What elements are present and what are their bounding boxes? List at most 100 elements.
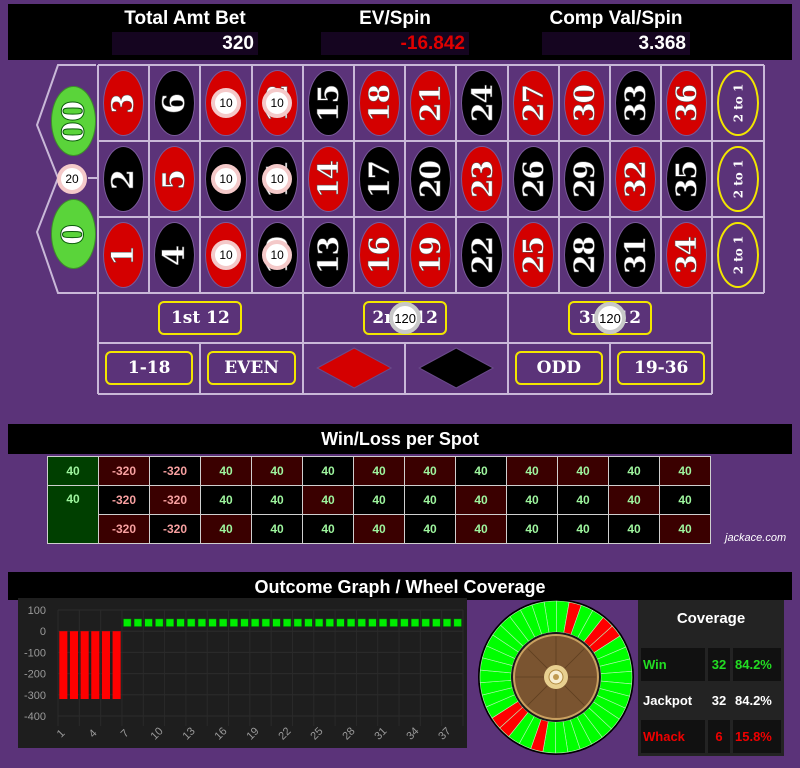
win-marker [197,618,206,627]
chip-number-8[interactable]: 10 [211,164,241,194]
number-23[interactable]: 23 [461,146,503,212]
win-loss-cell: 40 [353,514,405,544]
win-loss-zero-0: 40 [47,485,99,544]
win-loss-cell: 40 [659,485,711,515]
grid-line [711,65,714,293]
number-36[interactable]: 36 [666,70,708,136]
total-amt-bet-label: Total Amt Bet [124,8,246,29]
outside-bet-odd[interactable]: ODD [514,351,603,385]
grid-line [609,65,611,293]
grid-line [98,393,713,395]
number-14[interactable]: 14 [307,146,349,212]
win-loss-cell: 40 [557,514,609,544]
number-00[interactable]: 00 [51,86,96,156]
chip-number-12[interactable]: 10 [262,88,293,118]
win-marker [229,618,238,627]
win-marker [283,618,292,627]
column-bet-2[interactable]: 2 to 1 [717,146,759,212]
number-2[interactable]: 2 [103,146,145,212]
win-loss-row: 40 -320 -320 40 40 40 40 40 40 40 40 40 40 [47,456,711,486]
number-30[interactable]: 30 [563,70,605,136]
win-loss-title: Win/Loss per Spot [8,424,792,454]
outside-bet-1-18[interactable]: 1-18 [105,351,194,385]
number-0[interactable]: 0 [51,199,96,269]
comp-val-spin: Comp Val/Spin 3.368 [542,4,690,55]
win-marker [261,618,270,627]
chip-number-9[interactable]: 10 [211,88,241,118]
number-31[interactable]: 31 [615,222,657,288]
outside-bet-19-36[interactable]: 19-36 [617,351,706,385]
wheel-spindle [553,674,559,680]
y-tick-label: 100 [28,605,46,617]
dozen-bet-1[interactable]: 1st 12 [158,301,243,335]
column-bet-1[interactable]: 2 to 1 [717,70,759,136]
number-20[interactable]: 20 [410,146,452,212]
number-21[interactable]: 21 [410,70,452,136]
y-tick-label: 0 [40,626,46,638]
number-15[interactable]: 15 [307,70,349,136]
number-6[interactable]: 6 [154,70,196,136]
win-loss-cell: 40 [557,485,609,515]
win-loss-cell: 40 [659,514,711,544]
chip-split-0-00[interactable]: 20 [57,164,87,194]
win-loss-row: -320 -320 40 40 40 40 40 40 40 40 40 40 [48,514,711,544]
number-19[interactable]: 19 [410,222,452,288]
black-diamond-bet[interactable] [405,343,507,393]
red-diamond-icon [315,347,393,389]
column-bet-3[interactable]: 2 to 1 [717,222,759,288]
win-loss-cell: 40 [302,514,354,544]
win-marker [442,618,452,627]
win-loss-cell: 40 [608,456,660,486]
win-loss-cell: 40 [506,485,558,515]
number-4[interactable]: 4 [154,222,196,288]
number-3[interactable]: 3 [103,70,145,136]
grid-line [148,65,151,293]
win-marker [432,618,441,627]
outside-bet-even[interactable]: EVEN [207,351,296,385]
win-loss-cell: 40 [302,485,354,515]
chip-number-7[interactable]: 10 [211,240,241,270]
comp-val-spin-label: Comp Val/Spin [549,8,683,29]
loss-bar [101,631,111,700]
number-17[interactable]: 17 [359,146,401,212]
chip-dozen-3[interactable]: 120 [594,302,626,334]
win-marker [368,618,377,627]
coverage-count-jackpot: 32 [711,693,727,708]
number-29[interactable]: 29 [563,146,605,212]
comp-val-spin-value: 3.368 [542,32,690,55]
loss-bar [59,631,68,700]
number-25[interactable]: 25 [512,222,554,288]
x-tick-label: 4 [87,727,100,740]
number-1[interactable]: 1 [103,222,145,288]
number-22[interactable]: 22 [461,222,503,288]
chip-number-10[interactable]: 10 [262,240,293,270]
x-tick-label: 31 [372,725,389,742]
number-16[interactable]: 16 [359,222,401,288]
number-24[interactable]: 24 [461,70,503,136]
ev-spin-label: EV/Spin [359,8,431,29]
number-35[interactable]: 35 [666,146,708,212]
number-5[interactable]: 5 [154,146,196,212]
x-tick-label: 25 [308,725,325,742]
red-diamond-bet[interactable] [303,343,405,393]
grid-line [98,216,764,218]
number-18[interactable]: 18 [359,70,401,136]
ev-spin: EV/Spin -16.842 [321,4,469,55]
number-28[interactable]: 28 [563,222,605,288]
win-loss-cell: -320 [149,456,201,486]
number-13[interactable]: 13 [307,222,349,288]
win-marker [347,618,356,627]
win-marker [133,618,143,627]
number-34[interactable]: 34 [666,222,708,288]
chip-number-11[interactable]: 10 [262,164,293,194]
win-loss-cell: 40 [251,514,303,544]
chip-dozen-2[interactable]: 120 [389,302,422,334]
number-32[interactable]: 32 [615,146,657,212]
number-27[interactable]: 27 [512,70,554,136]
grid-line [199,343,202,393]
win-loss-cell: 40 [455,456,507,486]
x-tick-label: 34 [404,725,421,742]
number-33[interactable]: 33 [615,70,657,136]
number-26[interactable]: 26 [512,146,554,212]
win-marker [272,618,281,627]
